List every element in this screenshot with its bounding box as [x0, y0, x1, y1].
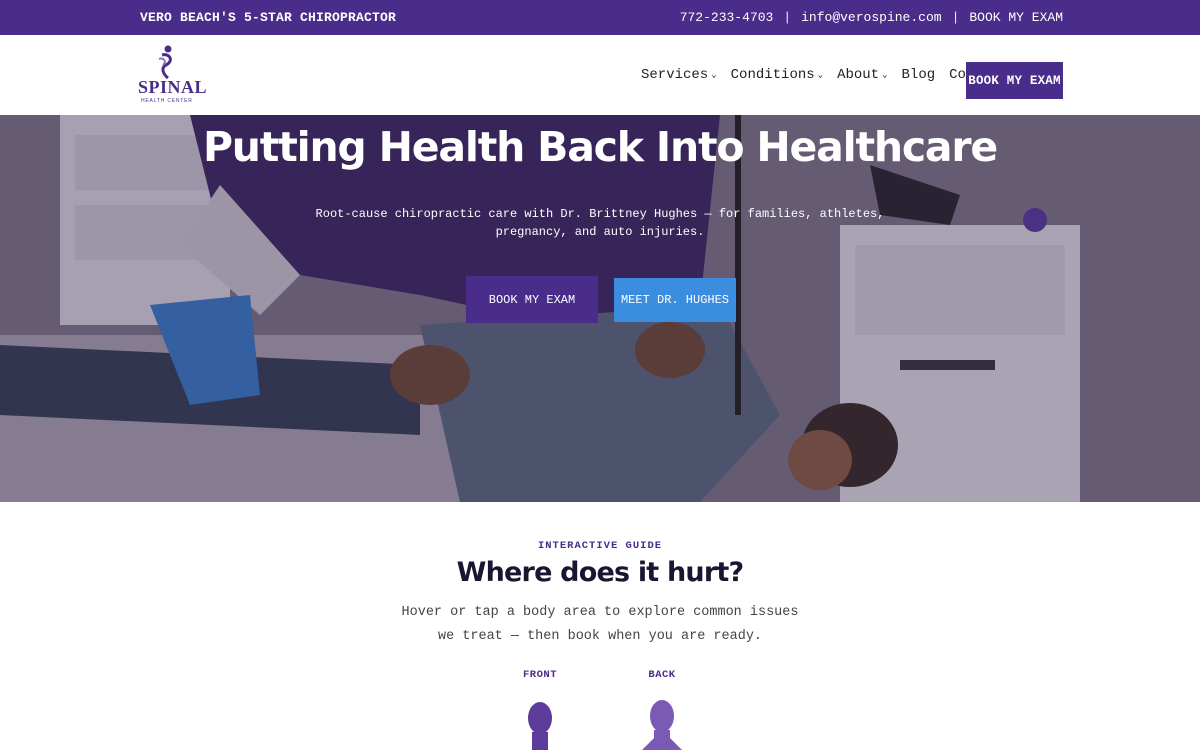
hero-title: Putting Health Back Into Healthcare	[202, 123, 998, 171]
spine-figure-icon	[158, 45, 172, 79]
nav-item-services[interactable]: Services ⌄	[641, 67, 717, 83]
hero-subtitle: Root-cause chiropractic care with Dr. Br…	[315, 207, 885, 239]
guide-description: Hover or tap a body area to explore comm…	[401, 605, 799, 644]
logo-wordmark: SPINAL	[138, 77, 208, 97]
phone-link[interactable]: 772-233-4703	[680, 10, 774, 25]
head-back-area	[650, 700, 674, 732]
guide-title: Where does it hurt?	[456, 557, 745, 588]
main-nav: Services ⌄ Conditions ⌄ About ⌄ Blog Con…	[641, 67, 1022, 83]
logo[interactable]: SPINAL HEALTH CENTER	[138, 45, 207, 107]
top-book-link[interactable]: BOOK MY EXAM	[969, 10, 1063, 25]
top-bar: VERO BEACH'S 5-STAR CHIROPRACTOR 772-233…	[0, 0, 1200, 35]
nav-item-blog[interactable]: Blog	[902, 67, 936, 83]
book-exam-button[interactable]: BOOK MY EXAM	[466, 276, 598, 323]
hero-overlay	[0, 115, 1200, 502]
nav-label: Services	[641, 67, 709, 83]
logo-subtext: HEALTH CENTER	[141, 98, 193, 104]
tagline: VERO BEACH'S 5-STAR CHIROPRACTOR	[140, 10, 397, 25]
header-book-button[interactable]: BOOK MY EXAM	[966, 62, 1063, 99]
divider: |	[951, 10, 960, 25]
body-back-figure[interactable]	[640, 694, 684, 750]
nav-item-conditions[interactable]: Conditions ⌄	[731, 67, 823, 83]
back-label: BACK	[648, 669, 676, 681]
chevron-down-icon: ⌄	[711, 70, 717, 80]
divider: |	[783, 10, 792, 25]
hero: Putting Health Back Into Healthcare Root…	[0, 115, 1200, 502]
nav-label: Conditions	[730, 67, 815, 83]
guide-eyebrow: INTERACTIVE GUIDE	[537, 540, 663, 552]
nav-label: Blog	[901, 67, 936, 83]
head-front-area	[528, 702, 552, 734]
front-label: FRONT	[522, 669, 557, 681]
site-header: SPINAL HEALTH CENTER Services ⌄ Conditio…	[0, 35, 1200, 115]
nav-label: About	[837, 67, 880, 83]
chevron-down-icon: ⌄	[882, 70, 888, 80]
meet-doctor-button[interactable]: MEET DR. HUGHES	[614, 278, 736, 322]
chevron-down-icon: ⌄	[817, 70, 824, 80]
email-link[interactable]: info@verospine.com	[801, 10, 941, 25]
body-front-figure[interactable]	[520, 698, 560, 750]
top-bar-contact: 772-233-4703 | info@verospine.com | BOOK…	[680, 10, 1063, 25]
nav-item-about[interactable]: About ⌄	[837, 67, 887, 83]
